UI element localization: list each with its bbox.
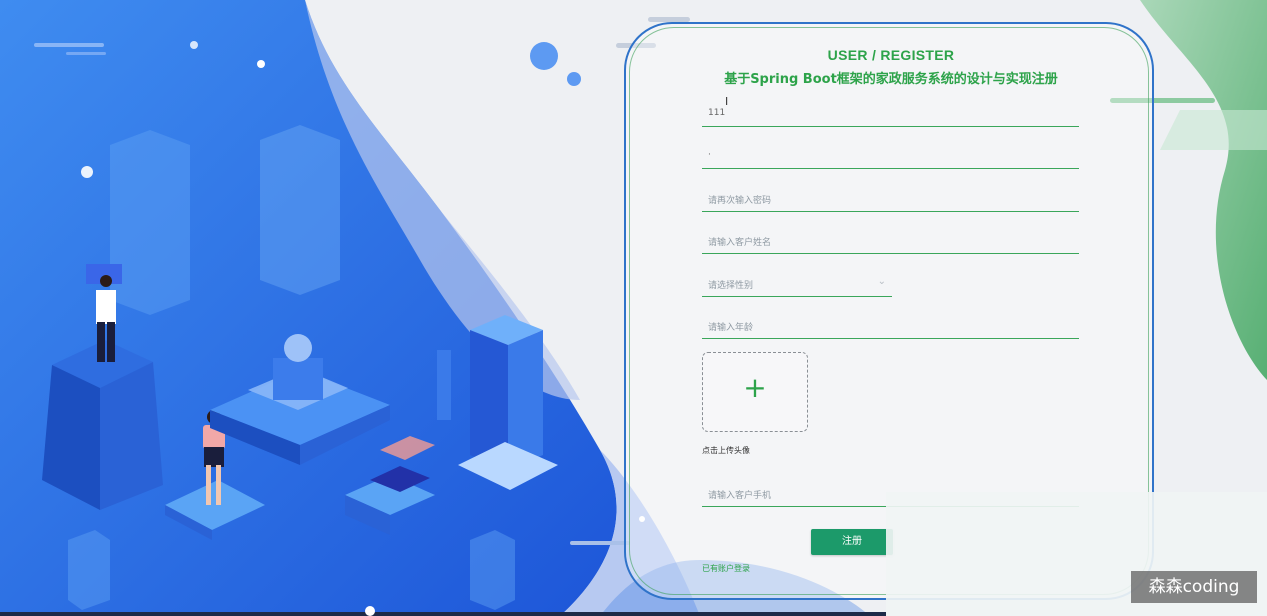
form-title: USER / REGISTER <box>827 47 955 63</box>
password-value: · <box>708 150 711 160</box>
avatar-upload-box[interactable]: + <box>702 352 808 432</box>
upload-avatar-label: 点击上传头像 <box>702 446 750 455</box>
watermark: 森森coding <box>1131 571 1257 603</box>
chevron-down-icon: ⌄ <box>877 276 886 287</box>
account-value: 111 <box>708 108 726 118</box>
age-input[interactable]: 请输入年龄 <box>702 314 1079 339</box>
name-placeholder: 请输入客户姓名 <box>708 238 772 248</box>
account-input[interactable]: 111 <box>702 102 1079 127</box>
age-placeholder: 请输入年龄 <box>708 323 754 333</box>
confirm-password-placeholder: 请再次输入密码 <box>708 196 772 206</box>
form-subtitle: 基于Spring Boot框架的家政服务系统的设计与实现注册 <box>724 72 1058 87</box>
login-link[interactable]: 已有账户登录 <box>702 563 750 574</box>
confirm-password-input[interactable]: 请再次输入密码 <box>702 187 1079 212</box>
gender-select[interactable]: 请选择性别 ⌄ <box>702 272 892 297</box>
phone-placeholder: 请输入客户手机 <box>708 491 772 501</box>
plus-icon: + <box>743 371 767 404</box>
gender-placeholder: 请选择性别 <box>708 281 754 291</box>
register-button[interactable]: 注册 <box>811 529 893 555</box>
password-input[interactable]: · <box>702 144 1079 169</box>
name-input[interactable]: 请输入客户姓名 <box>702 229 1079 254</box>
